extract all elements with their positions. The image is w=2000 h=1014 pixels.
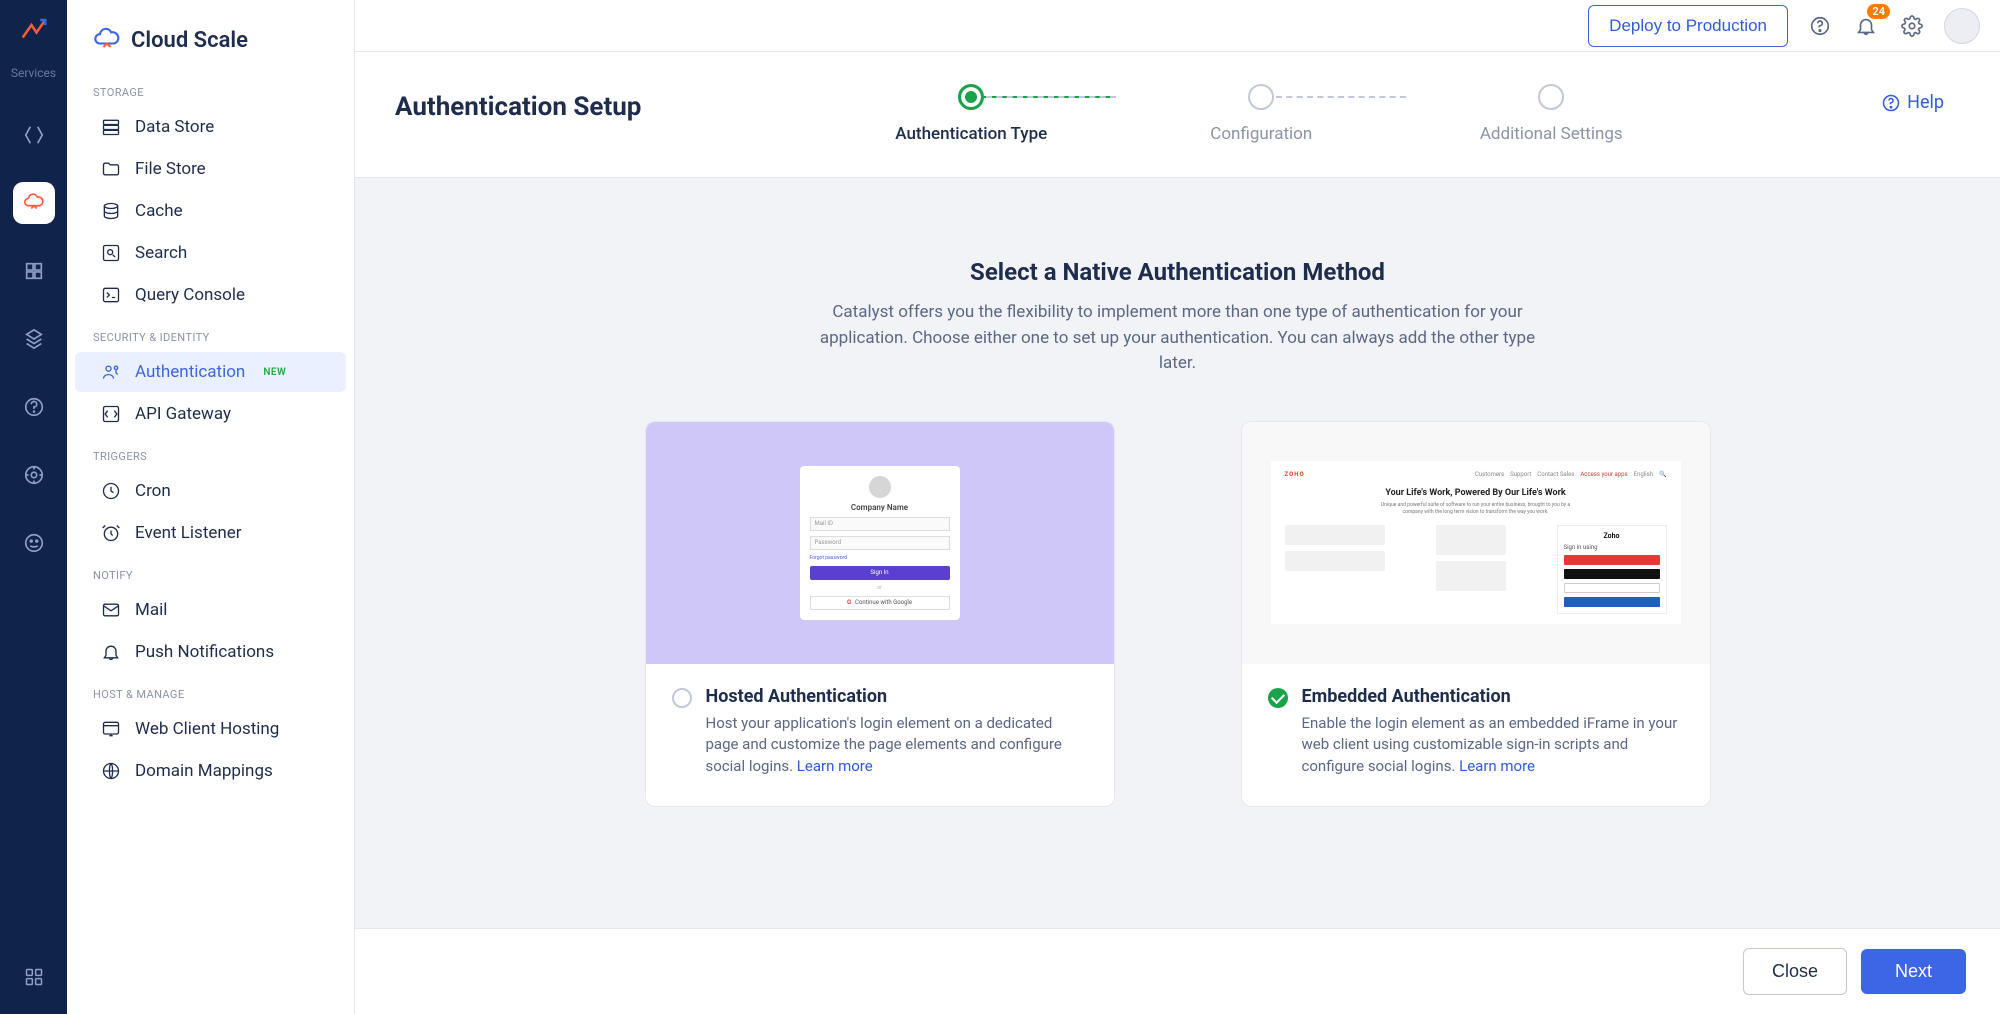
learn-more-hosted[interactable]: Learn more xyxy=(797,757,873,775)
main-header: Authentication Setup Authentication Type… xyxy=(355,52,2000,178)
step-dot-2 xyxy=(1248,84,1274,110)
help-icon[interactable] xyxy=(1806,12,1834,40)
sidebar-item-data-store[interactable]: Data Store xyxy=(75,107,346,147)
sidebar-item-search[interactable]: Search xyxy=(75,233,346,273)
bell-icon xyxy=(101,642,121,662)
step-auth-type[interactable]: Authentication Type xyxy=(826,84,1116,144)
rail-apps-icon[interactable] xyxy=(13,956,55,998)
page-title: Authentication Setup xyxy=(395,78,641,122)
database-icon xyxy=(101,117,121,137)
section-host: HOST & MANAGE xyxy=(67,674,354,707)
sidebar-item-file-store[interactable]: File Store xyxy=(75,149,346,189)
rail-item-4[interactable] xyxy=(13,318,55,360)
card-embedded[interactable]: ZOHO CustomersSupportContact SalesAccess… xyxy=(1241,421,1711,807)
card-hosted-desc: Host your application's login element on… xyxy=(706,713,1088,778)
alarm-icon xyxy=(101,523,121,543)
sidebar-item-event-listener[interactable]: Event Listener xyxy=(75,513,346,553)
card-embedded-desc: Enable the login element as an embedded … xyxy=(1302,713,1684,778)
sidebar-item-push[interactable]: Push Notifications xyxy=(75,632,346,672)
card-hosted-title: Hosted Authentication xyxy=(706,686,1088,707)
next-button[interactable]: Next xyxy=(1861,949,1966,994)
services-label: Services xyxy=(11,66,56,80)
notification-badge: 24 xyxy=(1867,4,1890,19)
user-key-icon xyxy=(101,362,121,382)
help-link[interactable]: Help xyxy=(1881,78,1960,113)
browser-icon xyxy=(101,719,121,739)
terminal-icon xyxy=(101,285,121,305)
sidebar: Cloud Scale STORAGE Data Store File Stor… xyxy=(67,0,355,1014)
card-embedded-title: Embedded Authentication xyxy=(1302,686,1684,707)
mock-login-form: Company Name Mail ID Password Forgot pas… xyxy=(800,466,960,620)
auth-method-cards: Company Name Mail ID Password Forgot pas… xyxy=(395,421,1960,807)
sidebar-product-title: Cloud Scale xyxy=(67,0,354,72)
services-rail: Services xyxy=(0,0,67,1014)
notifications-icon[interactable]: 24 xyxy=(1852,12,1880,40)
sidebar-item-cache[interactable]: Cache xyxy=(75,191,346,231)
sidebar-item-api-gateway[interactable]: API Gateway xyxy=(75,394,346,434)
step-configuration[interactable]: Configuration xyxy=(1116,84,1406,144)
help-circle-icon xyxy=(1881,93,1901,113)
learn-more-embedded[interactable]: Learn more xyxy=(1459,757,1535,775)
mail-icon xyxy=(101,600,121,620)
footer: Close Next xyxy=(355,928,2000,1014)
cache-icon xyxy=(101,201,121,221)
settings-icon[interactable] xyxy=(1898,12,1926,40)
card-hosted[interactable]: Company Name Mail ID Password Forgot pas… xyxy=(645,421,1115,807)
section-storage: STORAGE xyxy=(67,72,354,105)
sidebar-item-mail[interactable]: Mail xyxy=(75,590,346,630)
rail-item-6[interactable] xyxy=(13,454,55,496)
card-hosted-preview: Company Name Mail ID Password Forgot pas… xyxy=(646,422,1114,664)
topbar: A AuthorizationPo... Deploy to Productio… xyxy=(67,0,2000,52)
step-dot-3 xyxy=(1538,84,1564,110)
globe-icon xyxy=(101,761,121,781)
folder-icon xyxy=(101,159,121,179)
sidebar-item-cron[interactable]: Cron xyxy=(75,471,346,511)
radio-embedded[interactable] xyxy=(1268,688,1288,708)
clock-icon xyxy=(101,481,121,501)
product-logo xyxy=(16,12,52,48)
search-icon xyxy=(101,243,121,263)
sidebar-item-authentication[interactable]: AuthenticationNEW xyxy=(75,352,346,392)
rail-item-3[interactable] xyxy=(13,250,55,292)
section-notify: NOTIFY xyxy=(67,555,354,588)
user-avatar[interactable] xyxy=(1944,8,1980,44)
mock-embedded-site: ZOHO CustomersSupportContact SalesAccess… xyxy=(1271,461,1681,624)
sidebar-item-query-console[interactable]: Query Console xyxy=(75,275,346,315)
new-badge: NEW xyxy=(263,367,286,378)
rail-item-cloud-scale[interactable] xyxy=(13,182,55,224)
cloud-scale-icon xyxy=(93,26,121,54)
sidebar-item-domain[interactable]: Domain Mappings xyxy=(75,751,346,791)
section-triggers: TRIGGERS xyxy=(67,436,354,469)
content-body: Select a Native Authentication Method Ca… xyxy=(355,178,2000,1014)
card-embedded-preview: ZOHO CustomersSupportContact SalesAccess… xyxy=(1242,422,1710,664)
rail-item-7[interactable] xyxy=(13,522,55,564)
step-additional[interactable]: Additional Settings xyxy=(1406,84,1696,144)
radio-hosted[interactable] xyxy=(672,688,692,708)
section-security: SECURITY & IDENTITY xyxy=(67,317,354,350)
gateway-icon xyxy=(101,404,121,424)
select-desc: Catalyst offers you the flexibility to i… xyxy=(808,300,1548,377)
rail-item-5[interactable] xyxy=(13,386,55,428)
deploy-button[interactable]: Deploy to Production xyxy=(1588,5,1788,47)
step-dot-1 xyxy=(958,84,984,110)
select-title: Select a Native Authentication Method xyxy=(395,258,1960,286)
rail-item-1[interactable] xyxy=(13,114,55,156)
main-panel: Authentication Setup Authentication Type… xyxy=(355,52,2000,1014)
close-button[interactable]: Close xyxy=(1743,948,1847,995)
stepper: Authentication Type Configuration Additi… xyxy=(641,78,1881,144)
sidebar-item-web-hosting[interactable]: Web Client Hosting xyxy=(75,709,346,749)
